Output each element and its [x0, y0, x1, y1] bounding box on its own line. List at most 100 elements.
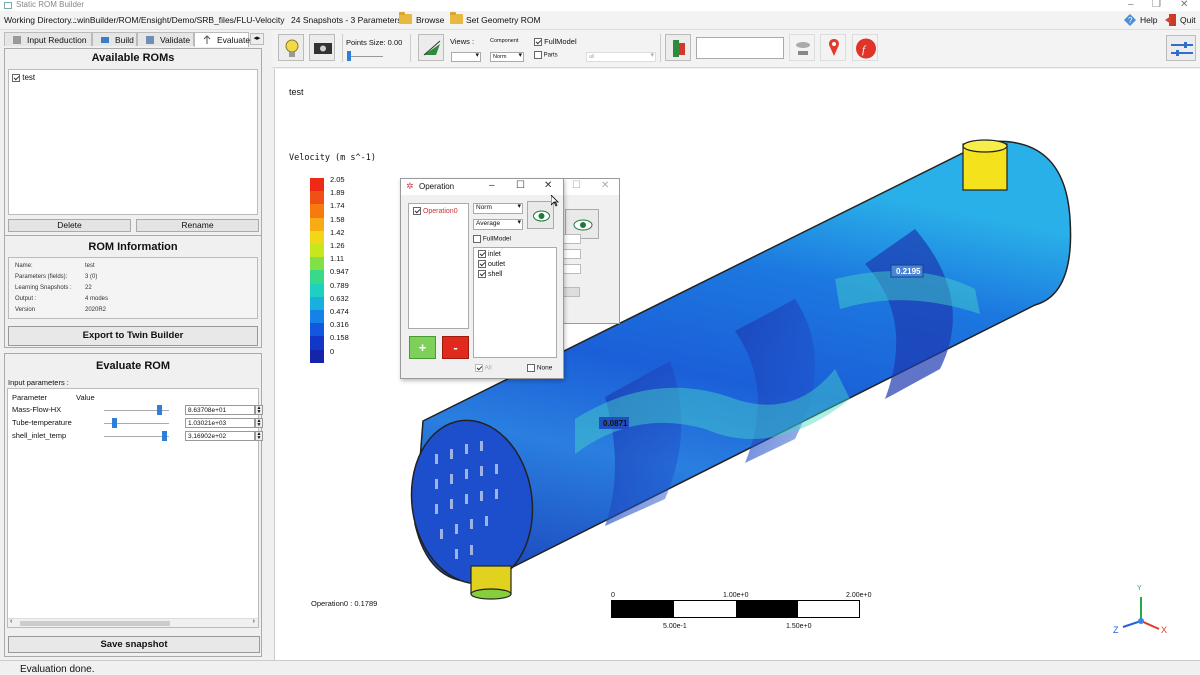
remove-operation-button[interactable]: -: [442, 336, 469, 359]
toolbar-separator: [410, 34, 411, 62]
evaluate-rom-title: Evaluate ROM: [96, 360, 170, 372]
function-button[interactable]: f: [852, 34, 878, 61]
input-parameters-label: Input parameters :: [8, 378, 69, 387]
mass-flow-input[interactable]: 8.63708e+01: [185, 405, 255, 415]
part-inlet-checkbox[interactable]: [478, 250, 486, 258]
operation-checkbox[interactable]: [413, 207, 421, 215]
tab-input-reduction[interactable]: Input Reduction: [4, 32, 92, 46]
all-option[interactable]: All: [475, 364, 492, 372]
view-direction-button[interactable]: [418, 34, 444, 61]
operation-readout: Operation0 : 0.1789: [311, 599, 378, 608]
window-title: Static ROM Builder: [16, 0, 85, 9]
rename-button[interactable]: Rename: [136, 219, 259, 232]
quit-button[interactable]: Quit: [1180, 15, 1196, 25]
mass-flow-spinner[interactable]: ▲ ▼: [255, 405, 263, 415]
evaluate-rom-panel: Evaluate ROM Input parameters : Paramete…: [4, 353, 263, 657]
operation-dialog-titlebar[interactable]: ✲ Operation: [401, 179, 563, 195]
axis-z-label: Z: [1113, 625, 1119, 635]
rom-information-panel: ROM Information Name: test Parameters (fi…: [4, 235, 262, 348]
add-operation-button[interactable]: +: [409, 336, 436, 359]
shell-inlet-temp-slider[interactable]: [104, 436, 169, 437]
average-combo[interactable]: Average: [473, 219, 523, 230]
shell-inlet-temp-input[interactable]: 3.16902e+02: [185, 431, 255, 441]
color-map-button[interactable]: [665, 34, 691, 61]
views-combo[interactable]: [451, 52, 481, 62]
probe-label-1[interactable]: 0.2195: [896, 267, 920, 276]
tube-temperature-spinner[interactable]: ▲ ▼: [255, 418, 263, 428]
probe-button[interactable]: [789, 34, 815, 61]
help-icon[interactable]: ?: [1124, 14, 1136, 26]
fullmodel-checkbox[interactable]: [534, 38, 542, 47]
minimize-icon[interactable]: –: [1128, 0, 1134, 10]
export-twin-builder-button[interactable]: Export to Twin Builder: [8, 326, 258, 346]
fullmodel-option-checkbox[interactable]: [473, 235, 481, 243]
points-size-slider[interactable]: [347, 56, 383, 57]
col-parameter-header: Parameter: [12, 393, 48, 402]
part-item-shell[interactable]: shell: [478, 270, 502, 278]
geometry-folder-icon[interactable]: [450, 12, 463, 24]
search-input[interactable]: [696, 37, 784, 59]
browse-button[interactable]: Browse: [416, 15, 444, 25]
browse-folder-icon[interactable]: [399, 12, 412, 24]
dialog-minimize-icon[interactable]: –: [489, 180, 495, 191]
tab-scroll-arrows[interactable]: ◂▸: [250, 33, 264, 45]
set-geometry-rom-button[interactable]: Set Geometry ROM: [466, 15, 541, 25]
scrollbar-thumb[interactable]: [20, 621, 170, 626]
part-item-inlet[interactable]: inlet: [478, 250, 501, 258]
tab-validate[interactable]: Validate: [137, 32, 194, 46]
none-checkbox[interactable]: [527, 364, 535, 372]
rom-list-item[interactable]: test: [12, 73, 35, 82]
mass-flow-slider-thumb[interactable]: [156, 405, 162, 415]
shell-inlet-temp-slider-thumb[interactable]: [162, 431, 168, 441]
app-icon: [4, 2, 12, 9]
part-shell-checkbox[interactable]: [478, 270, 486, 278]
delete-button[interactable]: Delete: [8, 219, 131, 232]
horizontal-scrollbar[interactable]: ‹ ›: [8, 618, 258, 627]
operation-list-item[interactable]: Operation0: [413, 207, 458, 215]
dialog-close-icon[interactable]: ✕: [544, 180, 552, 191]
rom-list[interactable]: test: [8, 69, 258, 215]
none-option[interactable]: None: [527, 364, 552, 372]
help-button[interactable]: Help: [1140, 15, 1157, 25]
tube-temperature-slider-thumb[interactable]: [112, 418, 118, 428]
shadow-maximize-icon: ☐: [572, 180, 581, 191]
probe-label-2[interactable]: 0.0871: [603, 419, 627, 428]
settings-sliders-button[interactable]: [1166, 35, 1196, 61]
scroll-left-icon[interactable]: ‹: [10, 618, 12, 625]
parts-toggle[interactable]: Parts: [534, 51, 558, 59]
left-panel: Input Reduction Build Validate Evaluate …: [0, 30, 270, 660]
rom-checkbox[interactable]: [12, 73, 20, 82]
dialog-maximize-icon[interactable]: ☐: [516, 180, 525, 191]
shell-inlet-temp-spinner[interactable]: ▲ ▼: [255, 431, 263, 441]
tab-evaluate[interactable]: Evaluate: [194, 32, 250, 47]
tube-temperature-input[interactable]: 1.03021e+03: [185, 418, 255, 428]
tab-build[interactable]: Build: [92, 32, 137, 46]
points-size-slider-thumb[interactable]: [347, 51, 351, 61]
save-snapshot-button[interactable]: Save snapshot: [8, 636, 260, 653]
norm-combo[interactable]: Norm: [473, 203, 523, 214]
scroll-right-icon[interactable]: ›: [253, 618, 255, 625]
param-row-mass-flow: Mass-Flow-HX 8.63708e+01 ▲ ▼: [12, 405, 263, 415]
fullmodel-toggle[interactable]: FullModel: [534, 37, 577, 47]
quit-icon[interactable]: [1165, 14, 1177, 26]
visibility-eye-button[interactable]: [527, 201, 554, 229]
part-outlet-checkbox[interactable]: [478, 260, 486, 268]
lightbulb-icon: [285, 39, 299, 57]
parts-list[interactable]: inlet outlet shell: [473, 247, 557, 358]
component-combo[interactable]: Norm: [490, 52, 524, 62]
close-icon[interactable]: ✕: [1180, 0, 1188, 10]
all-checkbox[interactable]: [475, 364, 483, 372]
maximize-icon[interactable]: ❐: [1152, 0, 1161, 10]
part-item-outlet[interactable]: outlet: [478, 260, 505, 268]
color-map-icon: [673, 40, 685, 57]
fullmodel-option[interactable]: FullModel: [473, 235, 511, 243]
operation-list[interactable]: Operation0: [408, 203, 469, 329]
location-pin-button[interactable]: [820, 34, 846, 61]
view-direction-icon: [423, 40, 441, 56]
camera-button[interactable]: [309, 34, 335, 61]
lightbulb-button[interactable]: [278, 34, 304, 61]
parts-combo[interactable]: all: [586, 52, 656, 62]
parts-checkbox[interactable]: [534, 51, 542, 59]
title-bar: Static ROM Builder – ❐ ✕: [0, 0, 1200, 11]
axis-y-label: Y: [1137, 585, 1142, 592]
